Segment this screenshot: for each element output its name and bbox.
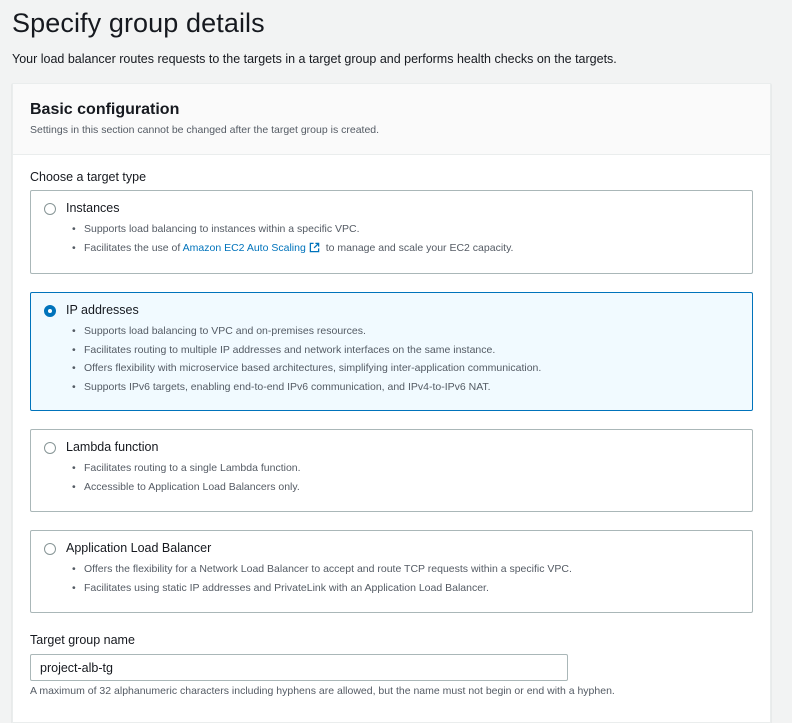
target-type-alb-tile[interactable]: Application Load Balancer Offers the fle… [30,530,753,613]
bullet-text: to manage and scale your EC2 capacity. [322,241,514,254]
target-type-instances-tile[interactable]: Instances Supports load balancing to ins… [30,190,753,274]
list-item: Facilitates routing to a single Lambda f… [66,459,301,478]
list-item: Supports IPv6 targets, enabling end-to-e… [66,378,541,397]
panel-subtitle: Settings in this section cannot be chang… [30,124,380,136]
target-type-lambda-tile[interactable]: Lambda function Facilitates routing to a… [30,429,753,512]
list-item: Supports load balancing to VPC and on-pr… [66,322,541,341]
tile-title-lambda: Lambda function [66,440,159,454]
list-item: Supports load balancing to instances wit… [66,220,513,239]
ec2-auto-scaling-link[interactable]: Amazon EC2 Auto Scaling [183,242,306,254]
target-type-label: Choose a target type [30,170,147,184]
target-group-name-constraint: A maximum of 32 alphanumeric characters … [30,685,615,697]
basic-configuration-panel: Basic configuration Settings in this sec… [12,83,771,723]
list-item: Facilitates using static IP addresses an… [66,579,572,598]
bullet-text: Facilitates the use of [84,241,183,254]
bullet-list-lambda: Facilitates routing to a single Lambda f… [66,459,301,496]
radio-instances[interactable] [44,203,56,215]
external-link-icon[interactable] [309,241,320,259]
target-group-name-input[interactable] [30,654,568,681]
radio-alb[interactable] [44,543,56,555]
radio-lambda[interactable] [44,442,56,454]
page-description: Your load balancer routes requests to th… [12,52,617,66]
list-item: Facilitates routing to multiple IP addre… [66,341,541,360]
list-item: Offers flexibility with microservice bas… [66,359,541,378]
list-item: Accessible to Application Load Balancers… [66,478,301,497]
radio-ip-addresses[interactable] [44,305,56,317]
list-item: Offers the flexibility for a Network Loa… [66,560,572,579]
bullet-list-ip-addresses: Supports load balancing to VPC and on-pr… [66,322,541,396]
panel-header: Basic configuration Settings in this sec… [13,84,770,155]
bullet-list-alb: Offers the flexibility for a Network Loa… [66,560,572,597]
tile-title-instances: Instances [66,201,120,215]
page-title: Specify group details [12,8,265,38]
bullet-list-instances: Supports load balancing to instances wit… [66,220,513,257]
panel-title: Basic configuration [30,101,180,118]
tile-title-ip-addresses: IP addresses [66,303,139,317]
tile-title-alb: Application Load Balancer [66,541,212,555]
list-item: Facilitates the use of Amazon EC2 Auto S… [66,239,513,258]
target-type-ip-addresses-tile[interactable]: IP addresses Supports load balancing to … [30,292,753,411]
target-group-name-label: Target group name [30,633,135,647]
